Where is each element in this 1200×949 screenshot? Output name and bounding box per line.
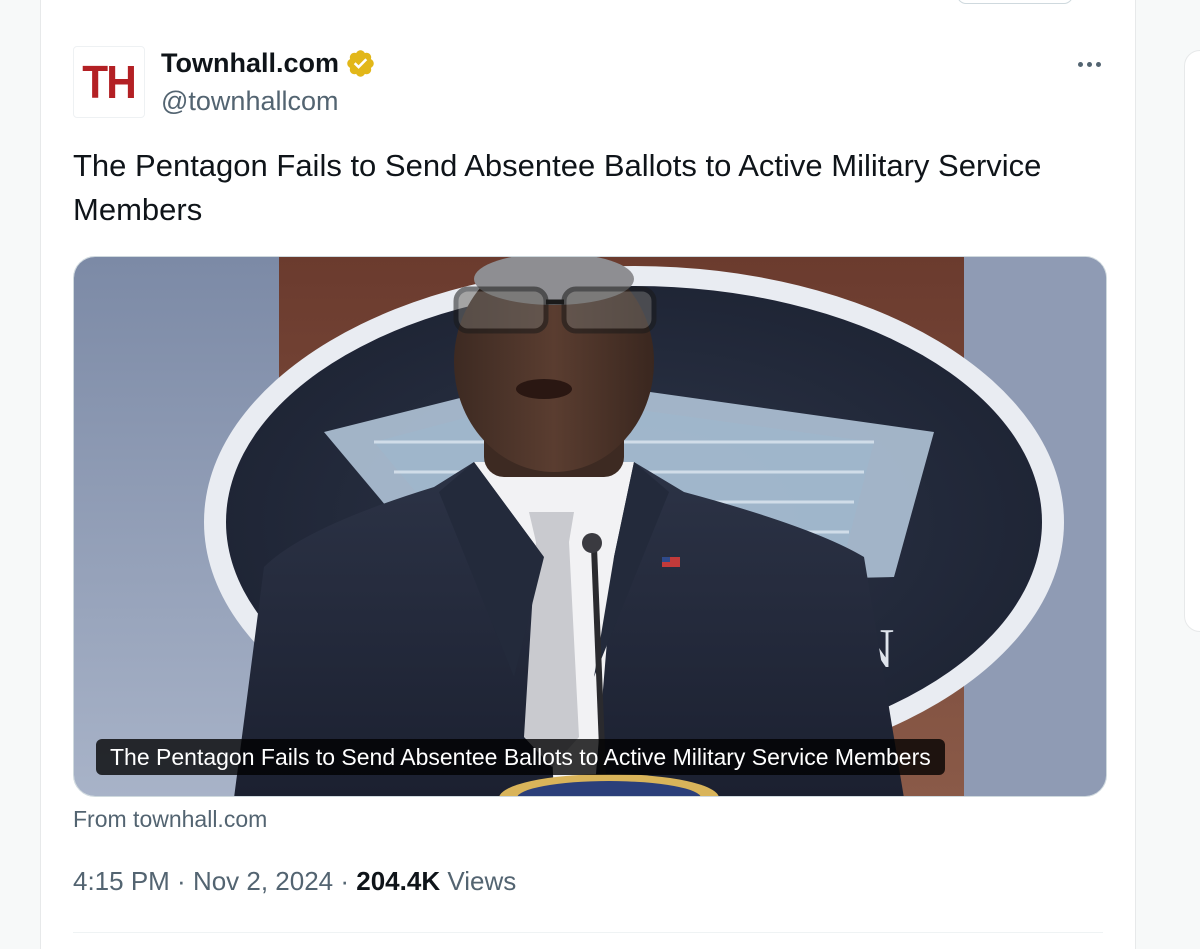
meta-separator: · xyxy=(333,866,357,896)
tweet-card: TH Townhall.com @townhallcom The Pentago… xyxy=(40,0,1136,949)
more-dot xyxy=(1095,61,1101,67)
tweet-header: TH Townhall.com @townhallcom xyxy=(73,46,1135,122)
right-sidebar-panel-edge xyxy=(1184,50,1200,632)
press-briefing-photo: N xyxy=(74,257,1106,796)
avatar[interactable]: TH xyxy=(73,46,145,118)
more-dot xyxy=(1086,61,1092,67)
top-button-edge[interactable] xyxy=(957,0,1073,4)
verified-badge-icon xyxy=(347,50,374,77)
author-name-row[interactable]: Townhall.com xyxy=(161,48,376,79)
avatar-logo-text: TH xyxy=(82,56,138,108)
views-count[interactable]: 204.4K xyxy=(356,866,440,897)
views-label: Views xyxy=(440,866,517,896)
tweet-time[interactable]: 4:15 PM xyxy=(73,866,170,897)
more-dot xyxy=(1077,61,1083,67)
link-card-media[interactable]: N xyxy=(73,256,1107,797)
link-card-caption: The Pentagon Fails to Send Absentee Ball… xyxy=(96,739,945,775)
link-source[interactable]: From townhall.com xyxy=(73,806,267,833)
tweet-text: The Pentagon Fails to Send Absentee Ball… xyxy=(73,148,1042,227)
author-handle[interactable]: @townhallcom xyxy=(161,86,338,117)
tweet-date[interactable]: Nov 2, 2024 xyxy=(193,866,333,897)
author-display-name[interactable]: Townhall.com xyxy=(161,48,339,79)
more-options-icon[interactable] xyxy=(1069,52,1109,76)
tweet-meta: 4:15 PM · Nov 2, 2024 · 204.4K Views xyxy=(73,866,516,897)
divider xyxy=(73,932,1103,933)
meta-separator: · xyxy=(169,866,193,896)
